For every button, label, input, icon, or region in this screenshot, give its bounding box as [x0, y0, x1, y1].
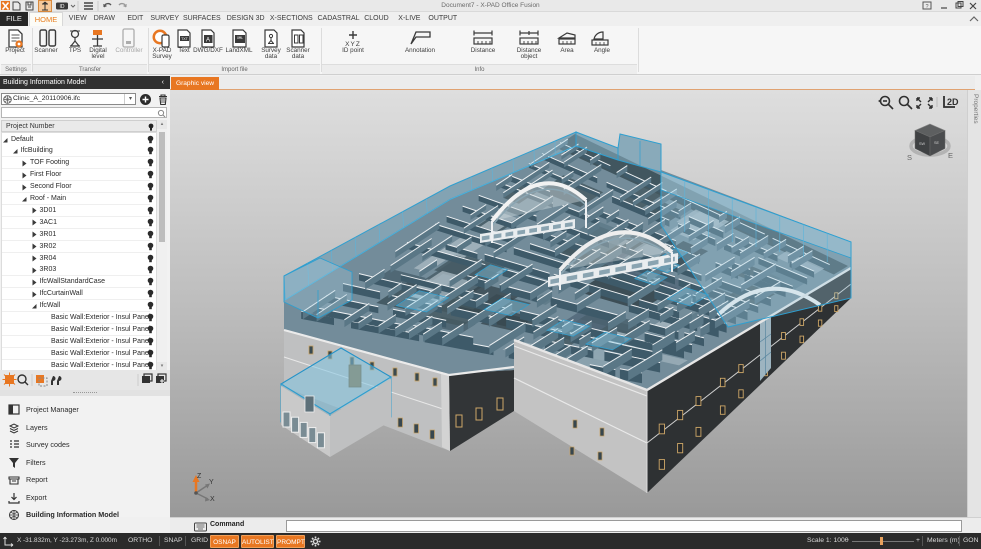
svg-text:E: E [948, 151, 953, 160]
svg-text:X: X [210, 496, 215, 503]
svg-text:S: S [907, 153, 912, 162]
svg-text:ID: ID [60, 4, 65, 10]
svg-text:2D: 2D [947, 97, 959, 107]
svg-text:A: A [206, 38, 210, 44]
svg-text:XML: XML [237, 37, 243, 41]
svg-text:SW: SW [919, 142, 926, 146]
svg-text:Z: Z [197, 473, 202, 480]
svg-text:TXT: TXT [181, 37, 189, 41]
svg-text:Y: Y [209, 479, 214, 486]
svg-text:SE: SE [934, 141, 940, 145]
svg-text:?: ? [925, 4, 928, 10]
